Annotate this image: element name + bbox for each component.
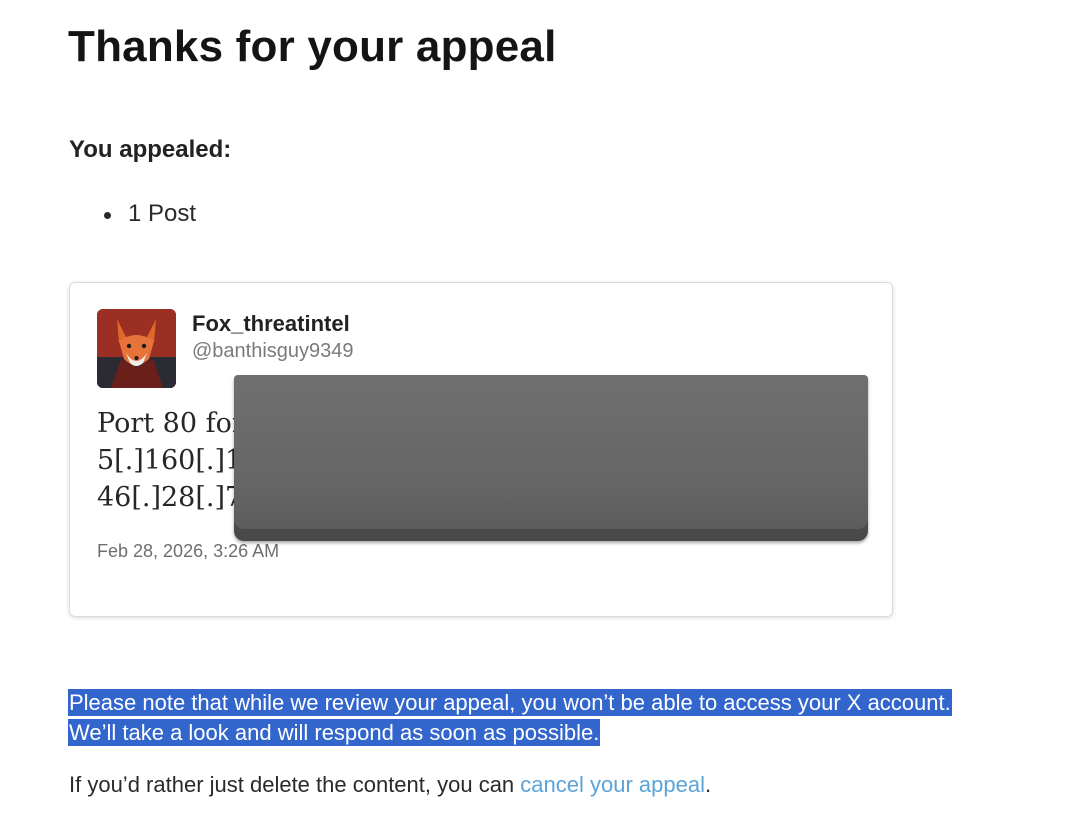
appealed-list: 1 Post [104,200,196,228]
appealed-heading: You appealed: [69,136,232,163]
user-handle: @banthisguy9349 [192,340,354,362]
cancel-prefix: If you’d rather just delete the content,… [69,772,521,797]
appealed-item-label: 1 Post [128,200,197,227]
post-text-line: Port 80 for [97,408,245,439]
bullet-icon [104,212,111,219]
post-timestamp: Feb 28, 2026, 3:26 AM [97,541,280,561]
cancel-suffix: . [704,772,712,797]
cancel-appeal-text: If you’d rather just delete the content,… [69,772,711,798]
post-text-line: 46[.]28[.]7 [97,482,243,513]
notice-line: Please note that while we review your ap… [68,689,952,716]
post-card: Fox_threatintel @banthisguy9349 Port 80 … [69,282,893,617]
review-notice: Please note that while we review your ap… [68,688,952,748]
page-title: Thanks for your appeal [68,22,557,71]
list-item: 1 Post [104,200,196,228]
post-text: Port 80 for 5[.]160[.]1 46[.]28[.]7 [97,405,245,516]
cancel-appeal-link[interactable]: cancel your appeal [520,772,705,797]
redaction-overlay [234,375,868,541]
post-text-line: 5[.]160[.]1 [97,445,243,476]
fox-avatar-icon [97,309,176,388]
notice-line: We’ll take a look and will respond as so… [68,719,601,746]
display-name: Fox_threatintel [192,311,350,336]
